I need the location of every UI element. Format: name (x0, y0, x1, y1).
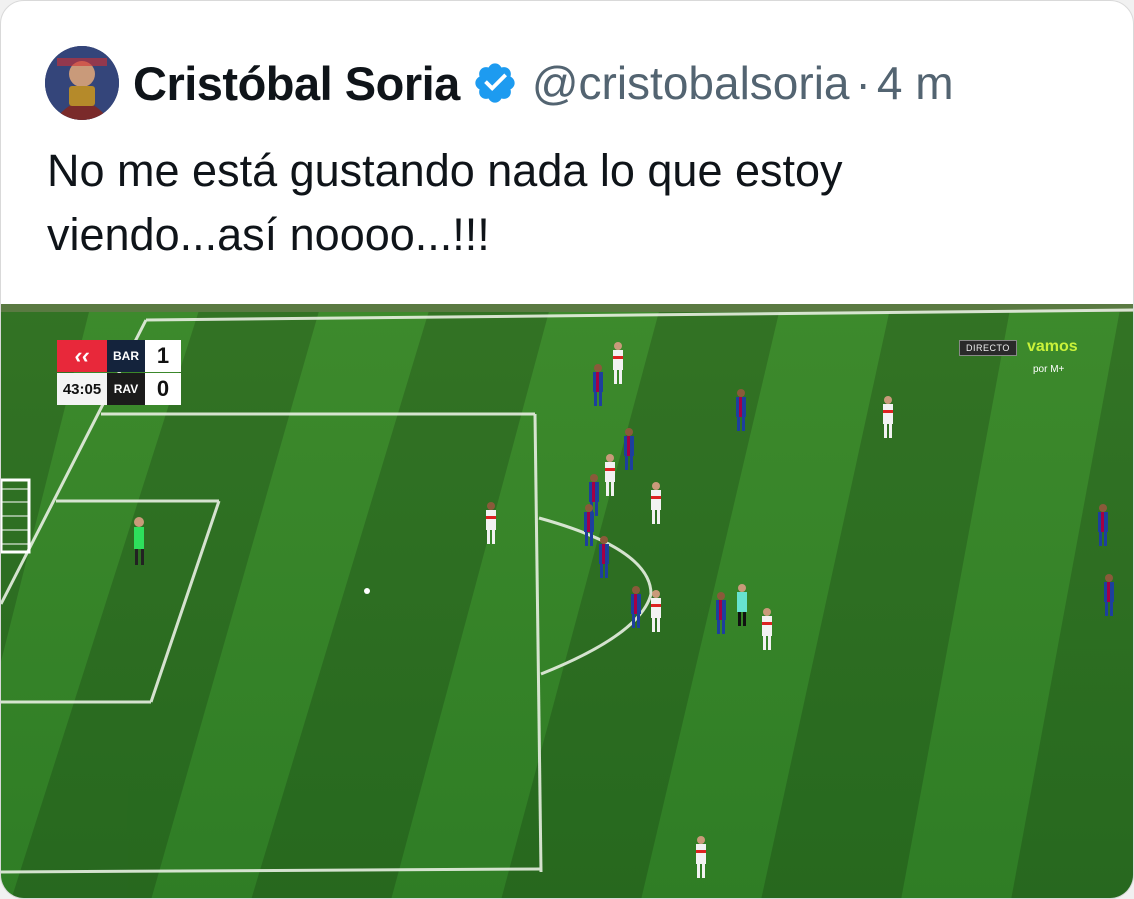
home-team-label: BAR (107, 340, 145, 372)
league-logo: ‹‹ (57, 340, 107, 372)
broadcaster-bug: DIRECTO vamos por M+ (959, 338, 1078, 380)
tweet-card[interactable]: Cristóbal Soria @cristobalsoria · 4 m No… (0, 0, 1134, 899)
avatar[interactable] (45, 46, 119, 120)
away-team-label: RAV (107, 373, 145, 405)
tweet-header: Cristóbal Soria @cristobalsoria · 4 m (45, 45, 954, 121)
avatar-image (45, 46, 119, 120)
verified-badge-icon (475, 63, 515, 103)
scoreboard-away-row: 43:05 RAV 0 (57, 373, 181, 405)
live-label: DIRECTO (959, 340, 1017, 356)
match-clock: 43:05 (57, 373, 107, 405)
tweet-text: No me está gustando nada lo que estoy vi… (47, 145, 843, 260)
author-handle[interactable]: @cristobalsoria (532, 56, 850, 110)
away-score: 0 (145, 373, 181, 405)
channel-logo: vamos (1027, 338, 1078, 355)
separator-dot: · (855, 57, 871, 109)
tweet-timestamp[interactable]: 4 m (877, 56, 954, 110)
scoreboard: ‹‹ BAR 1 43:05 RAV 0 (57, 340, 183, 406)
home-score: 1 (145, 340, 181, 372)
scoreboard-home-row: ‹‹ BAR 1 (57, 340, 181, 372)
author-name[interactable]: Cristóbal Soria (133, 56, 460, 111)
provider-label: por M+ (1033, 364, 1065, 375)
tweet-media-image[interactable]: ‹‹ BAR 1 43:05 RAV 0 DIRECTO vamos por M… (1, 304, 1133, 898)
